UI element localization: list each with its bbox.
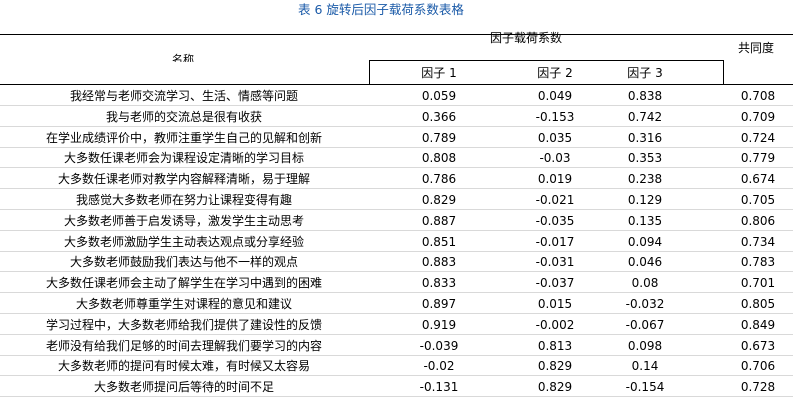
- factor-3-cell: 0.742: [627, 110, 663, 124]
- factor-1-cell: 0.883: [421, 255, 457, 269]
- name-column-header: 名称: [172, 53, 194, 62]
- communality-cell: 0.724: [740, 131, 776, 145]
- communality-cell: 0.705: [740, 193, 776, 207]
- communality-cell: 0.706: [740, 359, 776, 373]
- communality-cell: 0.708: [740, 89, 776, 103]
- factor-1-cell: 0.829: [421, 193, 457, 207]
- row-name-cell: 我与老师的交流总是很有收获: [105, 110, 262, 124]
- factor-1-cell: 0.808: [421, 151, 457, 165]
- factor-2-cell: 0.035: [537, 131, 573, 145]
- table-caption: 表 6 旋转后因子载荷系数表格: [298, 2, 464, 17]
- factor-1-cell: 0.833: [421, 276, 457, 290]
- factor-2-cell: 0.829: [537, 380, 573, 394]
- factor-3-cell: 0.316: [627, 131, 663, 145]
- factor-3-cell: 0.094: [627, 235, 663, 249]
- row-name-cell: 我经常与老师交流学习、生活、情感等问题: [69, 89, 298, 103]
- factor-1-cell: 0.789: [421, 131, 457, 145]
- factor-2-cell: -0.021: [535, 193, 575, 207]
- header-divider-right: [723, 60, 724, 84]
- communality-cell: 0.734: [740, 235, 776, 249]
- factor-1-cell: -0.131: [419, 380, 459, 394]
- factor-3-cell: 0.08: [631, 276, 659, 290]
- factor-3-cell: 0.14: [631, 359, 659, 373]
- row-name-cell: 在学业成绩评价中，教师注重学生自己的见解和创新: [45, 131, 322, 145]
- communality-cell: 0.709: [740, 110, 776, 124]
- factor-3-cell: 0.238: [627, 172, 663, 186]
- group-header-rule: [369, 60, 723, 61]
- factor-1-cell: 0.786: [421, 172, 457, 186]
- communality-cell: 0.849: [740, 318, 776, 332]
- factor-1-cell: -0.039: [419, 339, 459, 353]
- factor-1-cell: 0.887: [421, 214, 457, 228]
- factor-3-cell: 0.098: [627, 339, 663, 353]
- factor-1-cell: 0.059: [421, 89, 457, 103]
- row-name-cell: 大多数老师的提问有时候太难，有时候又太容易: [57, 359, 310, 373]
- factor-2-cell: -0.037: [535, 276, 575, 290]
- factor-1-header: 因子 1: [421, 66, 457, 80]
- row-name-cell: 大多数老师尊重学生对课程的意见和建议: [75, 297, 292, 311]
- factor-3-header: 因子 3: [627, 66, 663, 80]
- factor-2-cell: 0.829: [537, 359, 573, 373]
- factor-3-cell: -0.067: [625, 318, 665, 332]
- factor-3-cell: 0.135: [627, 214, 663, 228]
- communality-cell: 0.779: [740, 151, 776, 165]
- factor-3-cell: 0.353: [627, 151, 663, 165]
- factor-1-cell: -0.02: [423, 359, 455, 373]
- communality-column-header: 共同度: [738, 41, 775, 55]
- factor-2-cell: 0.015: [537, 297, 573, 311]
- factor-3-cell: -0.032: [625, 297, 665, 311]
- row-separator: [0, 396, 793, 397]
- factor-2-cell: -0.153: [535, 110, 575, 124]
- communality-cell: 0.805: [740, 297, 776, 311]
- row-name-cell: 学习过程中，大多数老师给我们提供了建设性的反馈: [45, 318, 322, 332]
- factor-1-cell: 0.851: [421, 235, 457, 249]
- factor-loading-group-header: 因子载荷系数: [490, 31, 563, 45]
- factor-1-cell: 0.897: [421, 297, 457, 311]
- factor-1-cell: 0.919: [421, 318, 457, 332]
- factor-3-cell: 0.046: [627, 255, 663, 269]
- communality-cell: 0.783: [740, 255, 776, 269]
- row-name-cell: 大多数老师激励学生主动表达观点或分享经验: [63, 235, 304, 249]
- factor-2-cell: -0.035: [535, 214, 575, 228]
- row-name-cell: 老师没有给我们足够的时间去理解我们要学习的内容: [45, 339, 322, 353]
- factor-2-cell: -0.031: [535, 255, 575, 269]
- factor-2-cell: -0.03: [539, 151, 571, 165]
- factor-2-cell: -0.017: [535, 235, 575, 249]
- factor-2-header: 因子 2: [537, 66, 573, 80]
- row-name-cell: 大多数任课老师对教学内容解释清晰，易于理解: [57, 172, 310, 186]
- factor-3-cell: 0.838: [627, 89, 663, 103]
- factor-3-cell: 0.129: [627, 193, 663, 207]
- factor-2-cell: 0.813: [537, 339, 573, 353]
- row-name-cell: 大多数任课老师会为课程设定清晰的学习目标: [63, 151, 304, 165]
- communality-cell: 0.673: [740, 339, 776, 353]
- communality-cell: 0.674: [740, 172, 776, 186]
- row-name-cell: 大多数老师提问后等待的时间不足: [93, 380, 274, 394]
- factor-3-cell: -0.154: [625, 380, 665, 394]
- communality-cell: 0.806: [740, 214, 776, 228]
- factor-2-cell: 0.019: [537, 172, 573, 186]
- row-name-cell: 大多数任课老师会主动了解学生在学习中遇到的困难: [45, 276, 322, 290]
- row-name-cell: 大多数老师善于启发诱导，激发学生主动思考: [63, 214, 304, 228]
- factor-1-cell: 0.366: [421, 110, 457, 124]
- table-top-rule: [0, 34, 793, 35]
- communality-cell: 0.701: [740, 276, 776, 290]
- communality-cell: 0.728: [740, 380, 776, 394]
- factor-2-cell: -0.002: [535, 318, 575, 332]
- factor-2-cell: 0.049: [537, 89, 573, 103]
- row-name-cell: 大多数老师鼓励我们表达与他不一样的观点: [69, 255, 298, 269]
- row-name-cell: 我感觉大多数老师在努力让课程变得有趣: [75, 193, 292, 207]
